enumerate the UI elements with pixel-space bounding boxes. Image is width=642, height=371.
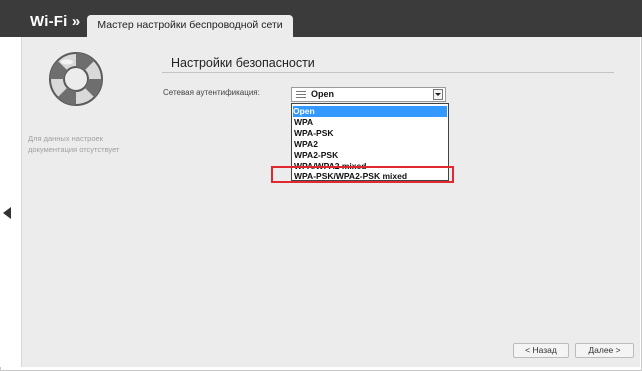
auth-label: Сетевая аутентификация: xyxy=(163,88,260,97)
chevron-down-icon xyxy=(435,93,441,96)
left-strip xyxy=(0,37,21,367)
tab-wireless-wizard[interactable]: Мастер настройки беспроводной сети xyxy=(87,15,293,37)
brand-menu[interactable]: Wi-Fi » xyxy=(30,13,80,30)
lifebuoy-icon xyxy=(49,52,103,106)
section-divider xyxy=(162,72,614,73)
collapse-arrow-icon[interactable] xyxy=(3,207,11,219)
dropdown-button[interactable] xyxy=(433,89,443,100)
list-icon xyxy=(296,91,306,99)
option-wpa[interactable]: WPA xyxy=(294,117,313,128)
no-documentation-note: Для данных настроек документация отсутст… xyxy=(28,134,120,154)
option-wpa2-psk[interactable]: WPA2-PSK xyxy=(294,150,338,161)
section-title: Настройки безопасности xyxy=(171,56,315,70)
option-open[interactable]: Open xyxy=(293,106,447,117)
header-bar: Wi-Fi » Мастер настройки беспроводной се… xyxy=(0,0,642,37)
auth-select-value: Open xyxy=(311,89,335,99)
next-button[interactable]: Далее > xyxy=(575,343,634,358)
highlight-box xyxy=(271,166,454,183)
option-wpa-psk[interactable]: WPA-PSK xyxy=(294,128,334,139)
auth-select[interactable]: Open xyxy=(291,87,446,102)
option-wpa2[interactable]: WPA2 xyxy=(294,139,318,150)
back-button[interactable]: < Назад xyxy=(513,343,569,358)
